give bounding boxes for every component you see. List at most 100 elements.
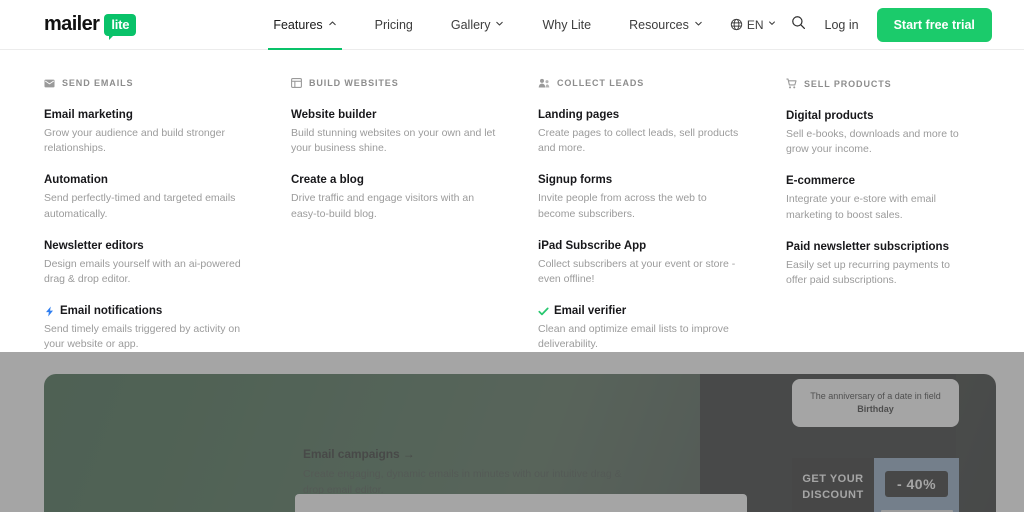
- menu-item-email-verifier[interactable]: Email verifier Clean and optimize email …: [538, 304, 764, 352]
- menu-item-desc: Collect subscribers at your event or sto…: [538, 257, 736, 285]
- menu-item-title: Newsletter editors: [44, 239, 144, 252]
- promo-discount-value: - 40%: [884, 471, 949, 497]
- menu-item-signup-forms[interactable]: Signup forms Invite people from across t…: [538, 173, 764, 221]
- menu-item-website-builder[interactable]: Website builder Build stunning websites …: [291, 108, 516, 156]
- menu-item-title: E-commerce: [786, 175, 856, 188]
- column-heading: BUILD WEBSITES: [291, 78, 516, 88]
- language-selector[interactable]: EN: [722, 18, 785, 32]
- column-heading-label: SELL PRODUCTS: [804, 78, 892, 89]
- check-icon: [538, 306, 549, 317]
- menu-item-desc: Grow your audience and build stronger re…: [44, 126, 225, 155]
- menu-item-desc: Sell e-books, downloads and more to grow…: [786, 127, 959, 156]
- logo-wordmark: mailer: [44, 13, 100, 35]
- column-heading: SEND EMAILS: [44, 78, 269, 88]
- menu-item-title: Digital products: [786, 110, 874, 122]
- menu-item-desc: Send perfectly-timed and targeted emails…: [44, 192, 236, 220]
- menu-item-title: Website builder: [291, 109, 377, 121]
- menu-item-ipad-subscribe-app[interactable]: iPad Subscribe App Collect subscribers a…: [538, 239, 764, 287]
- globe-icon: [730, 18, 743, 31]
- menu-item-email-marketing[interactable]: Email marketing Grow your audience and b…: [44, 108, 269, 156]
- column-heading: SELL PRODUCTS: [786, 78, 962, 89]
- nav-item-label: Gallery: [450, 17, 491, 32]
- chevron-up-icon: [328, 19, 337, 28]
- envelope-icon: [44, 79, 55, 88]
- login-link[interactable]: Log in: [813, 18, 869, 32]
- menu-item-desc: Create pages to collect leads, sell prod…: [538, 126, 739, 155]
- menu-item-desc: Easily set up recurring payments to offe…: [786, 258, 950, 286]
- menu-item-desc: Design emails yourself with an ai-powere…: [44, 257, 241, 285]
- mega-menu-column-sell-products: SELL PRODUCTS Digital products Sell e-bo…: [786, 78, 984, 370]
- menu-item-title-row: Email notifications: [44, 304, 269, 319]
- chevron-down-icon: [768, 19, 777, 28]
- menu-item-landing-pages[interactable]: Landing pages Create pages to collect le…: [538, 108, 764, 156]
- language-label: EN: [746, 17, 764, 32]
- menu-item-title: Email notifications: [60, 305, 163, 318]
- promo-email-preview: GET YOUR DISCOUNT Thank you for being wi…: [792, 458, 959, 512]
- cart-icon: [786, 78, 797, 89]
- nav-item-label: Why Lite: [542, 17, 592, 32]
- column-heading-label: BUILD WEBSITES: [309, 78, 399, 88]
- search-icon: [791, 15, 806, 35]
- menu-item-create-a-blog[interactable]: Create a blog Drive traffic and engage v…: [291, 173, 516, 221]
- menu-item-desc: Invite people from across the web to bec…: [538, 192, 707, 220]
- menu-item-newsletter-editors[interactable]: Newsletter editors Design emails yoursel…: [44, 239, 269, 287]
- hero-text-block: Email campaigns → Create engaging, dynam…: [303, 447, 653, 499]
- people-icon: [538, 78, 550, 88]
- header-actions: EN Log in Start free trial: [722, 7, 992, 42]
- nav-item-label: Resources: [629, 17, 689, 32]
- browser-icon: [291, 78, 302, 88]
- menu-item-title: Signup forms: [538, 174, 613, 187]
- nav-item-label: Pricing: [374, 17, 413, 32]
- tooltip-text: The anniversary of a date in field Birth…: [806, 390, 945, 416]
- menu-item-title: Paid newsletter subscriptions: [786, 240, 949, 253]
- page-content-behind-menu: Email campaigns → Create engaging, dynam…: [0, 352, 1024, 512]
- menu-item-desc: Drive traffic and engage visitors with a…: [291, 192, 475, 220]
- menu-item-title: Automation: [44, 174, 108, 187]
- menu-item-title: Email verifier: [554, 305, 627, 318]
- primary-nav: Features Pricing Gallery Why Lite Resour…: [254, 0, 722, 50]
- site-header: mailer lite Features Pricing Gallery Why…: [0, 0, 1024, 50]
- mega-menu-column-collect-leads: COLLECT LEADS Landing pages Create pages…: [538, 78, 786, 370]
- menu-item-e-commerce[interactable]: E-commerce Integrate your e-store with e…: [786, 174, 962, 222]
- column-heading: COLLECT LEADS: [538, 78, 764, 88]
- menu-item-desc: Send timely emails triggered by activity…: [44, 323, 241, 351]
- features-mega-menu: SEND EMAILS Email marketing Grow your au…: [0, 50, 1024, 352]
- start-free-trial-button[interactable]: Start free trial: [876, 7, 992, 42]
- logo-badge: lite: [104, 13, 137, 40]
- menu-item-desc: Build stunning websites on your own and …: [291, 126, 496, 155]
- menu-item-digital-products[interactable]: Digital products Sell e-books, downloads…: [786, 109, 962, 157]
- promo-right-panel: - 40% DISCOUNT40: [874, 458, 959, 512]
- nav-item-features[interactable]: Features: [254, 0, 355, 50]
- nav-item-why-lite[interactable]: Why Lite: [523, 0, 610, 50]
- hero-preview-panel: [295, 494, 747, 512]
- menu-item-title: iPad Subscribe App: [538, 239, 647, 252]
- mega-menu-grid: SEND EMAILS Email marketing Grow your au…: [44, 78, 984, 370]
- tooltip-field-name: Birthday: [857, 404, 894, 414]
- column-heading-label: COLLECT LEADS: [557, 78, 645, 88]
- menu-item-title: Create a blog: [291, 174, 364, 187]
- chevron-down-icon: [694, 19, 703, 28]
- menu-item-title: Landing pages: [538, 109, 620, 121]
- mega-menu-column-build-websites: BUILD WEBSITES Website builder Build stu…: [291, 78, 538, 370]
- nav-item-resources[interactable]: Resources: [610, 0, 722, 50]
- menu-item-desc: Clean and optimize email lists to improv…: [538, 323, 729, 351]
- mega-menu-column-send-emails: SEND EMAILS Email marketing Grow your au…: [44, 78, 291, 370]
- search-button[interactable]: [785, 11, 813, 39]
- nav-item-label: Features: [273, 17, 323, 32]
- menu-item-automation[interactable]: Automation Send perfectly-timed and targ…: [44, 173, 269, 221]
- tooltip-card: The anniversary of a date in field Birth…: [792, 379, 959, 427]
- bolt-icon: [44, 306, 55, 317]
- hero-title-link[interactable]: Email campaigns →: [303, 447, 653, 461]
- menu-item-email-notifications[interactable]: Email notifications Send timely emails t…: [44, 304, 269, 352]
- menu-item-desc: Integrate your e-store with email market…: [786, 193, 936, 221]
- tooltip-prefix: The anniversary of a date in field: [810, 390, 941, 401]
- logo[interactable]: mailer lite: [44, 13, 137, 40]
- nav-item-pricing[interactable]: Pricing: [356, 0, 432, 50]
- menu-item-paid-newsletter-subscriptions[interactable]: Paid newsletter subscriptions Easily set…: [786, 240, 962, 288]
- nav-item-gallery[interactable]: Gallery: [432, 0, 524, 50]
- hero-card: Email campaigns → Create engaging, dynam…: [44, 374, 996, 512]
- promo-left-panel: GET YOUR DISCOUNT Thank you for being wi…: [792, 458, 874, 512]
- menu-item-title: Email marketing: [44, 109, 133, 121]
- promo-headline: GET YOUR DISCOUNT: [802, 473, 864, 501]
- column-heading-label: SEND EMAILS: [62, 78, 134, 88]
